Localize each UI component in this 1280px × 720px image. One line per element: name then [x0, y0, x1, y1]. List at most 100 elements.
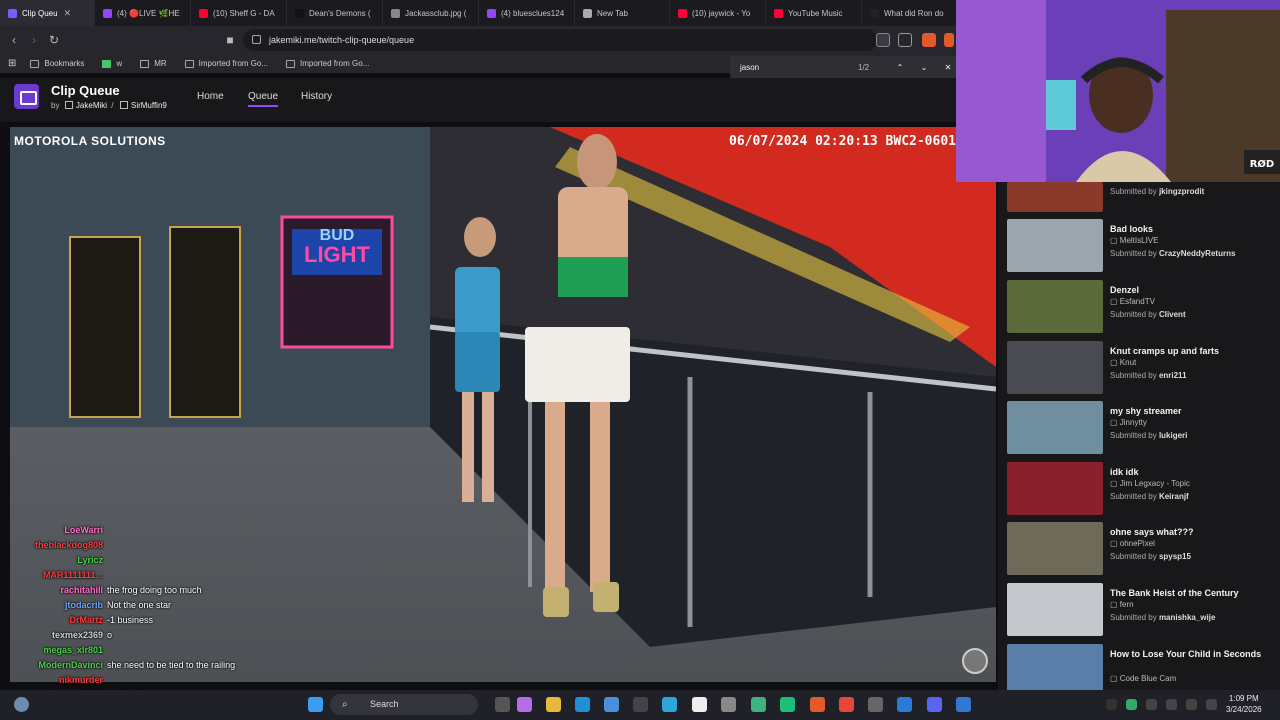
bookmark-label: MR — [154, 59, 167, 68]
queue-item[interactable]: Knut cramps up and farts ▢ Knut Submitted … — [1007, 341, 1267, 396]
channel-icon: ▢ — [1110, 539, 1120, 548]
settings-icon[interactable] — [721, 697, 736, 712]
bookmark-icon[interactable]: ■ — [220, 33, 240, 47]
bookmark-item[interactable]: Imported from Go... — [286, 59, 369, 68]
tray-monitor-icon[interactable] — [1166, 699, 1177, 710]
nav-home[interactable]: Home — [197, 91, 224, 102]
queue-item[interactable]: Bad looks ▢ MeltIsLIVE Submitted by CrazyN… — [1007, 219, 1267, 274]
tray-app-icon[interactable] — [1126, 699, 1137, 710]
svg-text:BUD: BUD — [320, 227, 355, 244]
copilot-icon[interactable] — [517, 697, 532, 712]
task-view-icon[interactable] — [495, 697, 510, 712]
tray-wifi-icon[interactable] — [1186, 699, 1197, 710]
bookmark-item[interactable]: Imported from Go... — [184, 59, 268, 68]
obs-icon[interactable] — [868, 697, 883, 712]
chat-username[interactable]: MAR1111111... — [8, 568, 103, 583]
calculator-icon[interactable] — [633, 697, 648, 712]
browser-tab[interactable]: Clip Queu ✕ — [0, 0, 95, 26]
clip-thumbnail[interactable] — [1007, 280, 1103, 333]
capcut-icon[interactable] — [692, 697, 707, 712]
browser-tab[interactable]: New Tab — [575, 0, 670, 26]
back-icon[interactable]: ‹ — [4, 33, 24, 47]
byline-author-2[interactable]: SirMuffin9 — [131, 101, 167, 110]
clip-thumbnail[interactable] — [1007, 462, 1103, 515]
browser-tab[interactable]: Jackassclub.jpg ( — [383, 0, 479, 26]
find-prev-icon[interactable]: ⌃ — [888, 63, 912, 72]
site-title: Clip Queue — [51, 83, 120, 98]
weather-icon[interactable] — [14, 697, 29, 712]
nav-queue[interactable]: Queue — [248, 91, 279, 107]
clip-thumbnail[interactable] — [1007, 341, 1103, 394]
browser-tab[interactable]: Dean's Demons ( — [287, 0, 383, 26]
chrome-icon[interactable] — [839, 697, 854, 712]
forward-icon[interactable]: › — [24, 33, 44, 47]
tab-close-icon[interactable]: ✕ — [64, 8, 72, 19]
clip-thumbnail[interactable] — [1007, 182, 1103, 212]
screen-share-icon[interactable] — [876, 33, 890, 47]
edge-icon[interactable] — [575, 697, 590, 712]
chrome-alt-icon[interactable] — [662, 697, 677, 712]
chat-username[interactable]: Lyricz — [8, 553, 103, 568]
tray-network-icon[interactable] — [1146, 699, 1157, 710]
share-icon[interactable] — [898, 33, 912, 47]
browser-tab[interactable]: YouTube Music — [766, 0, 862, 26]
folder-icon — [184, 59, 194, 68]
tray-chevron-icon[interactable] — [1106, 699, 1117, 710]
rewards-icon[interactable] — [944, 33, 954, 47]
app-blue-icon[interactable] — [897, 697, 912, 712]
chat-username[interactable]: rachitahill — [8, 583, 103, 598]
reload-icon[interactable]: ↻ — [44, 33, 64, 47]
site-byline: by JakeMiki / SirMuffin9 — [51, 101, 167, 110]
clip-thumbnail[interactable] — [1007, 583, 1103, 636]
chat-username[interactable]: DrMartz — [8, 613, 103, 628]
bookmark-item[interactable]: Bookmarks — [30, 59, 84, 68]
clip-thumbnail[interactable] — [1007, 219, 1103, 272]
bookmark-item[interactable]: MR — [140, 59, 167, 68]
byline-author-1[interactable]: JakeMiki — [76, 101, 107, 110]
store-icon[interactable] — [604, 697, 619, 712]
tray-volume-icon[interactable] — [1206, 699, 1217, 710]
chat-username[interactable]: megas_xlr801 — [8, 643, 103, 658]
chat-text — [107, 523, 237, 538]
clip-thumbnail[interactable] — [1007, 522, 1103, 575]
queue-item[interactable]: Submitted by jkingzprodit — [1007, 182, 1267, 212]
chat-username[interactable]: ModernDavinci — [8, 658, 103, 673]
chat-username[interactable]: jtodacrib — [8, 598, 103, 613]
file-explorer-icon[interactable] — [546, 697, 561, 712]
address-bar[interactable]: jakemiki.me/twitch-clip-queue/queue — [243, 29, 878, 51]
apps-grid-icon[interactable]: ⊞ — [8, 58, 16, 69]
browser-tab[interactable]: What did Ron do — [862, 0, 960, 26]
globe-icon[interactable] — [751, 697, 766, 712]
bookmark-item[interactable]: w — [102, 59, 122, 68]
browser-tab[interactable]: (10) Sheff G - DA — [191, 0, 287, 26]
taskbar-clock[interactable]: 1:09 PM 3/24/2026 — [1226, 693, 1262, 715]
queue-item[interactable]: my shy streamer ▢ Jinnytty Submitted by lu… — [1007, 401, 1267, 456]
find-input[interactable]: jason — [740, 63, 858, 72]
windows-start-icon[interactable] — [308, 697, 323, 712]
notepad-icon[interactable] — [956, 697, 971, 712]
app-green-icon[interactable] — [780, 697, 795, 712]
queue-item[interactable]: ohne says what??? ▢ ohnePixel Submitted by… — [1007, 522, 1267, 577]
clip-thumbnail[interactable] — [1007, 401, 1103, 454]
queue-item[interactable]: idk idk ▢ Jim Legxacy - Topic Submitted by… — [1007, 462, 1267, 517]
brave-shield-icon[interactable] — [922, 33, 936, 47]
chat-username[interactable]: texmex2369 — [8, 628, 103, 643]
nav-history[interactable]: History — [301, 91, 332, 102]
chat-username[interactable]: LoeWarri — [8, 523, 103, 538]
browser-tab[interactable]: (4) 🔴LIVE 🌿HE — [95, 0, 191, 26]
chat-username[interactable]: theblackdog808 — [8, 538, 103, 553]
clip-queue-logo-icon[interactable] — [14, 84, 39, 109]
queue-item[interactable]: The Bank Heist of the Century ▢ fern Submi… — [1007, 583, 1267, 638]
taskbar-search[interactable]: ⌕ Search — [330, 694, 478, 715]
brave-icon[interactable] — [810, 697, 825, 712]
tab-favicon-icon — [774, 8, 783, 18]
queue-item[interactable]: Denzel ▢ EsfandTV Submitted by Clivent — [1007, 280, 1267, 335]
site-info-icon[interactable] — [252, 35, 261, 44]
channel-name: Jinnytty — [1119, 418, 1147, 427]
browser-tab[interactable]: (4) bluesclues124 — [479, 0, 575, 26]
find-next-icon[interactable]: ⌄ — [912, 63, 936, 72]
clip-title: idk idk — [1110, 467, 1139, 477]
chat-username[interactable]: nikmurder — [8, 673, 103, 688]
discord-icon[interactable] — [927, 697, 942, 712]
browser-tab[interactable]: (10) jaywick - Yo — [670, 0, 766, 26]
